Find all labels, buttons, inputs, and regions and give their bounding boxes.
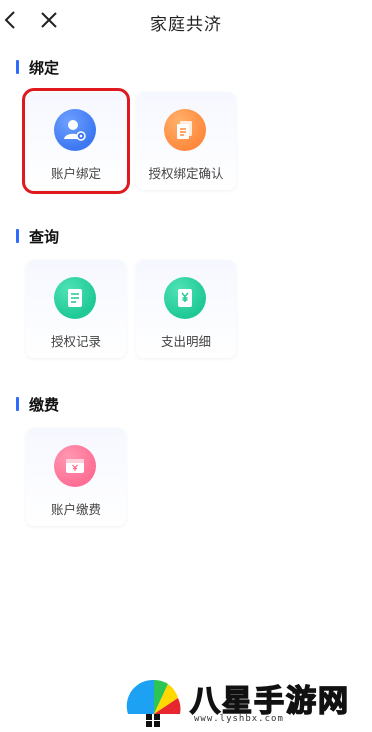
brand-logo-icon — [126, 679, 181, 727]
page-title: 家庭共济 — [150, 15, 222, 35]
section-marker — [16, 229, 19, 243]
top-bar: 家庭共济 — [0, 0, 372, 44]
tile-label: 授权记录 — [50, 334, 101, 349]
section-title: 查询 — [29, 227, 60, 246]
section-query: 查询 — [16, 226, 59, 246]
section-binding: 绑定 — [16, 57, 59, 77]
tiles-binding: 账户绑定 授权绑定确认 — [22, 88, 236, 194]
section-marker — [16, 397, 19, 411]
authorization-records-tile[interactable]: 授权记录 — [26, 260, 126, 358]
expense-details-tile[interactable]: 支出明细 — [136, 260, 236, 358]
account-payment-tile[interactable]: 账户缴费 — [26, 428, 126, 526]
tiles-payment: 账户缴费 — [26, 428, 126, 526]
tile-label: 授权绑定确认 — [148, 166, 224, 181]
section-title: 缴费 — [29, 395, 60, 414]
yuan-wallet-icon — [54, 445, 96, 487]
tile-label: 账户绑定 — [50, 166, 101, 181]
list-icon — [54, 277, 96, 319]
yuan-document-icon — [164, 277, 206, 319]
section-marker — [16, 60, 19, 74]
account-binding-tile[interactable]: 账户绑定 — [22, 88, 130, 194]
user-settings-icon — [54, 109, 96, 151]
documents-icon — [164, 109, 206, 151]
section-title: 绑定 — [29, 58, 60, 77]
authorization-confirm-tile[interactable]: 授权绑定确认 — [136, 92, 236, 190]
watermark-url: www.lyshbx.com — [194, 714, 284, 724]
tile-label: 支出明细 — [160, 334, 211, 349]
watermark-logo: 八星手游网 www.lyshbx.com — [124, 672, 364, 728]
section-payment: 缴费 — [16, 394, 59, 414]
tile-label: 账户缴费 — [50, 502, 101, 517]
tiles-query: 授权记录 支出明细 — [26, 260, 236, 358]
